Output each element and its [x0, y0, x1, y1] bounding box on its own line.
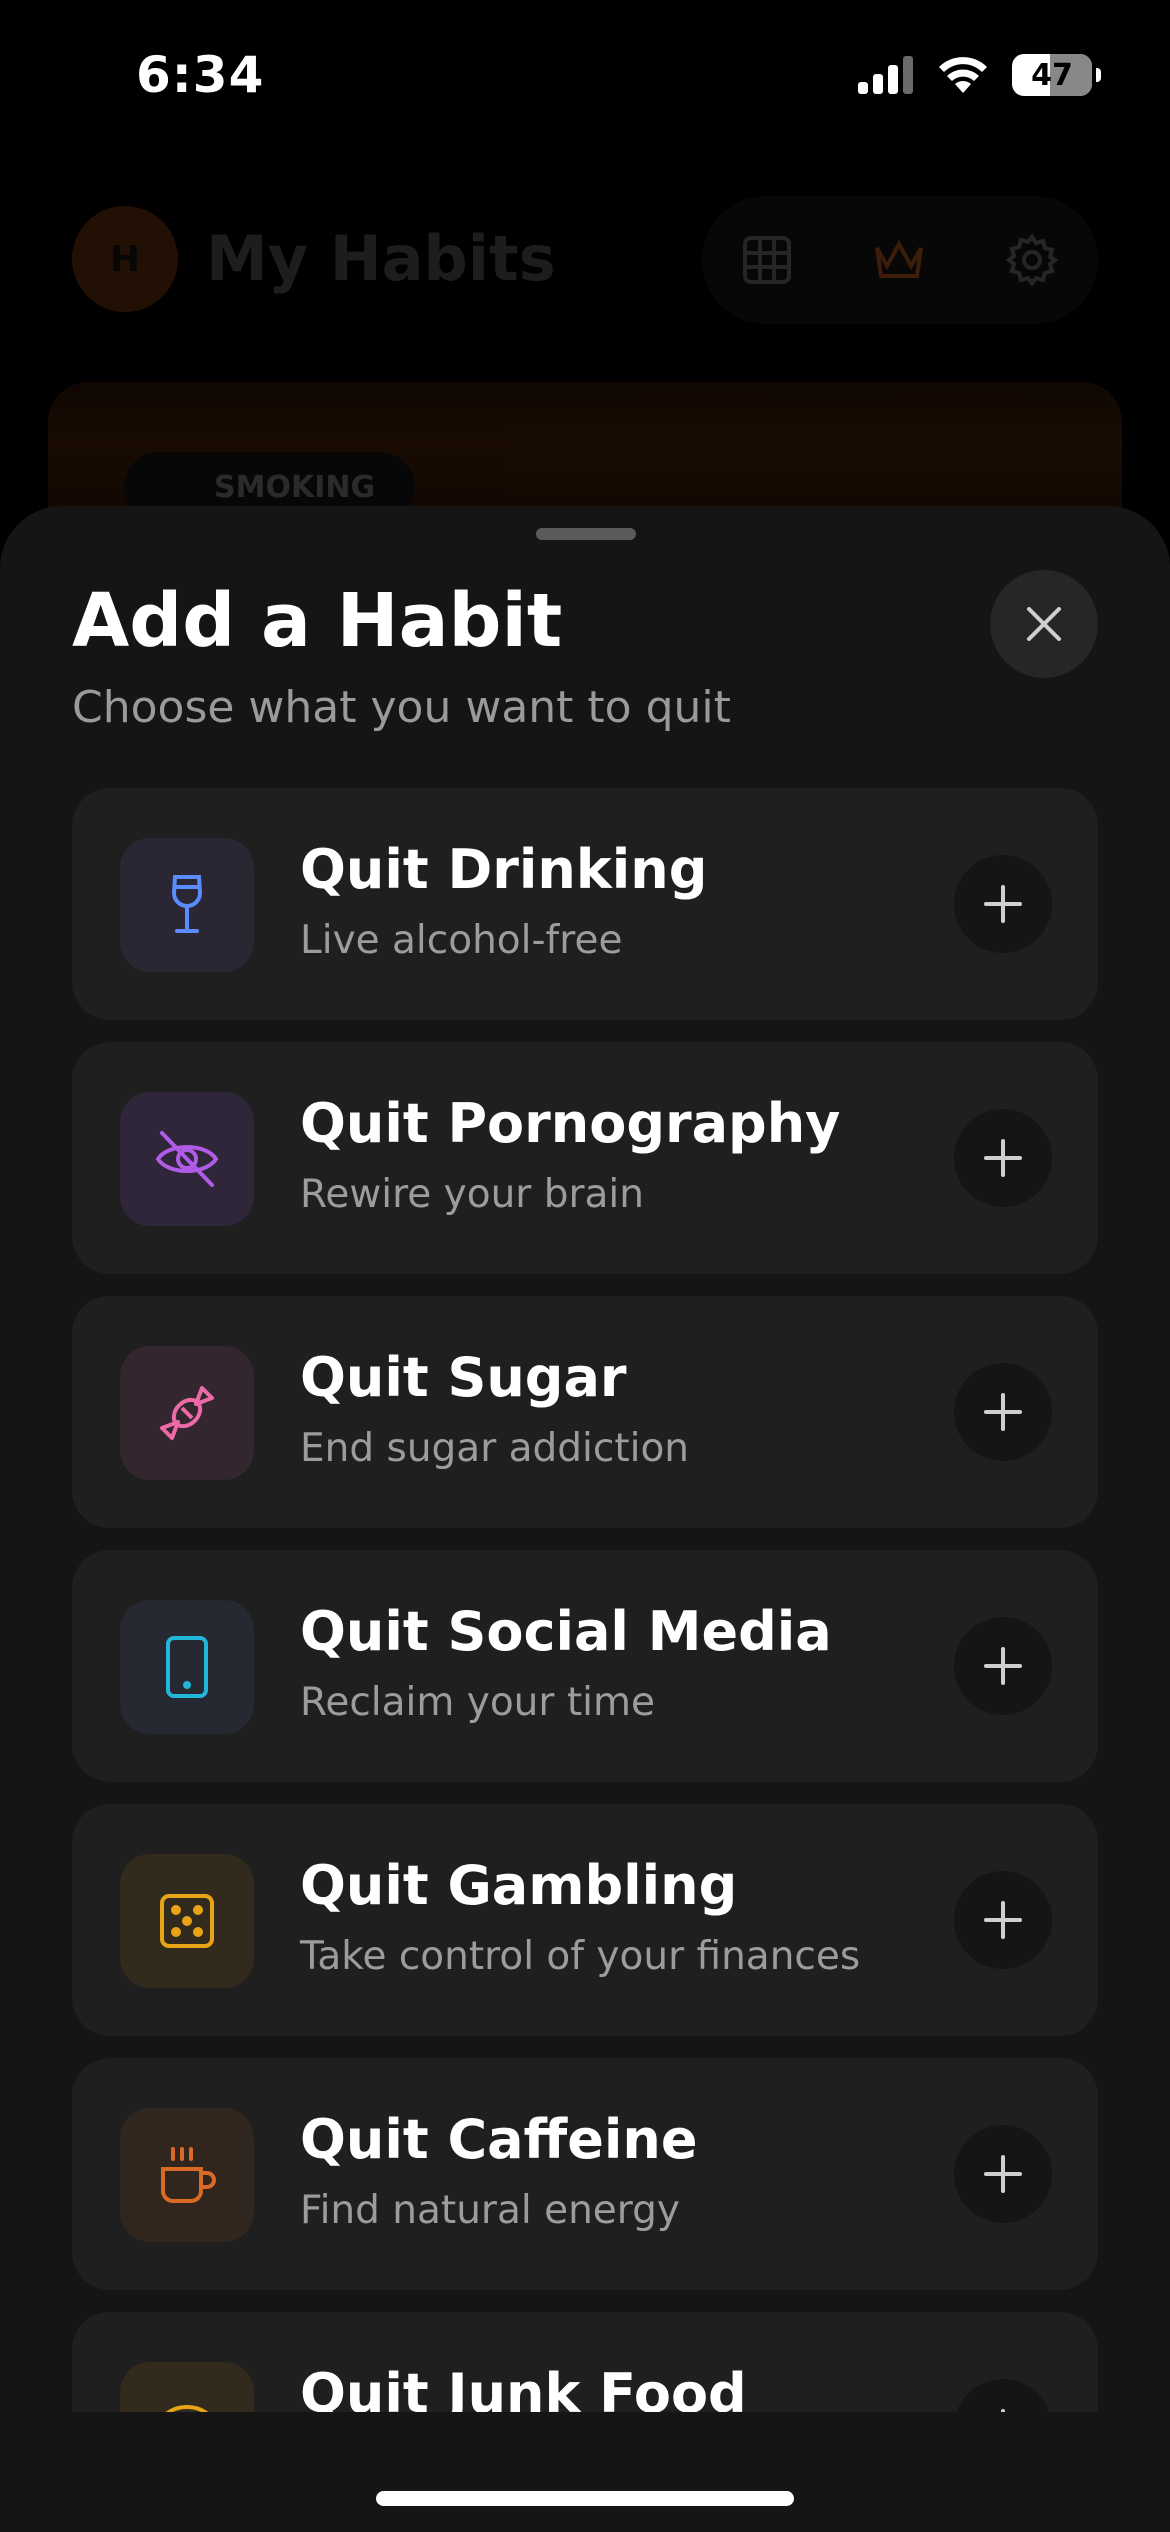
background-page-title: My Habits — [206, 222, 556, 295]
wifi-icon — [939, 57, 987, 93]
plus-icon — [984, 2155, 1022, 2193]
add-habit-button[interactable] — [954, 1617, 1052, 1715]
sheet-subtitle: Choose what you want to quit — [72, 682, 731, 733]
habit-name: Quit Sugar — [300, 1346, 627, 1409]
candy-icon — [160, 1386, 214, 1440]
habit-icon-tile — [120, 1092, 254, 1226]
habit-description: Take control of your finances — [300, 1934, 861, 1979]
add-habit-button[interactable] — [954, 1363, 1052, 1461]
status-time: 6:34 — [136, 46, 265, 104]
plus-icon — [984, 885, 1022, 923]
avatar: H — [72, 206, 178, 312]
add-habit-button[interactable] — [954, 855, 1052, 953]
habit-description: Live alcohol-free — [300, 918, 623, 963]
coffee-icon — [161, 2147, 216, 2203]
plus-icon — [984, 1647, 1022, 1685]
habit-item-caffeine[interactable]: Quit Caffeine Find natural energy — [72, 2058, 1098, 2290]
close-button[interactable] — [990, 570, 1098, 678]
sheet-grabber[interactable] — [536, 528, 636, 540]
habit-icon-tile — [120, 2362, 254, 2416]
habit-icon-tile — [120, 2108, 254, 2242]
habit-name: Quit Caffeine — [300, 2108, 698, 2171]
home-indicator[interactable] — [376, 2491, 794, 2506]
habit-icon-tile — [120, 838, 254, 972]
habit-item-sugar[interactable]: Quit Sugar End sugar addiction — [72, 1296, 1098, 1528]
habit-name: Quit Junk Food — [300, 2362, 747, 2416]
habit-item-drinking[interactable]: Quit Drinking Live alcohol-free — [72, 788, 1098, 1020]
habit-name: Quit Social Media — [300, 1600, 832, 1663]
habit-name: Quit Gambling — [300, 1854, 738, 1917]
add-habit-button[interactable] — [954, 1871, 1052, 1969]
habit-name: Quit Pornography — [300, 1092, 841, 1155]
habit-item-social-media[interactable]: Quit Social Media Reclaim your time — [72, 1550, 1098, 1782]
status-icons: 47 — [858, 54, 1101, 96]
background-app: H My Habits SMOKING — [0, 150, 1170, 582]
habit-description: End sugar addiction — [300, 1426, 690, 1471]
habit-name: Quit Drinking — [300, 838, 708, 901]
close-icon — [1027, 607, 1061, 641]
habit-icon-tile — [120, 1600, 254, 1734]
battery-indicator: 47 — [1012, 54, 1101, 96]
gear-icon — [1005, 233, 1059, 287]
habit-item-pornography[interactable]: Quit Pornography Rewire your brain — [72, 1042, 1098, 1274]
plus-icon — [984, 1393, 1022, 1431]
plus-icon — [984, 1901, 1022, 1939]
smartphone-icon — [166, 1636, 208, 1698]
sheet-title: Add a Habit — [72, 578, 563, 664]
status-bar: 6:34 47 — [0, 0, 1170, 150]
habit-icon-tile — [120, 1346, 254, 1480]
dice-icon — [160, 1894, 214, 1948]
habit-icon-tile — [120, 1854, 254, 1988]
habit-list: Quit Drinking Live alcohol-free Quit Por… — [72, 788, 1098, 2416]
habit-item-junk-food[interactable]: Quit Junk Food — [72, 2312, 1098, 2416]
habit-description: Rewire your brain — [300, 1172, 644, 1217]
plus-icon — [984, 1139, 1022, 1177]
add-habit-button[interactable] — [954, 1109, 1052, 1207]
cellular-signal-icon — [858, 56, 913, 94]
habit-item-gambling[interactable]: Quit Gambling Take control of your finan… — [72, 1804, 1098, 2036]
grid-icon — [743, 236, 791, 284]
habit-description: Find natural energy — [300, 2188, 680, 2233]
background-toolbar — [702, 196, 1098, 324]
add-habit-button[interactable] — [954, 2379, 1052, 2416]
eye-off-icon — [155, 1131, 219, 1187]
crown-icon — [875, 239, 923, 278]
habit-description: Reclaim your time — [300, 1680, 655, 1725]
add-habit-sheet: Add a Habit Choose what you want to quit… — [0, 506, 1170, 2532]
add-habit-button[interactable] — [954, 2125, 1052, 2223]
bottom-safe-area — [0, 2412, 1170, 2532]
battery-level: 47 — [1031, 57, 1073, 93]
wine-glass-icon — [171, 875, 203, 933]
